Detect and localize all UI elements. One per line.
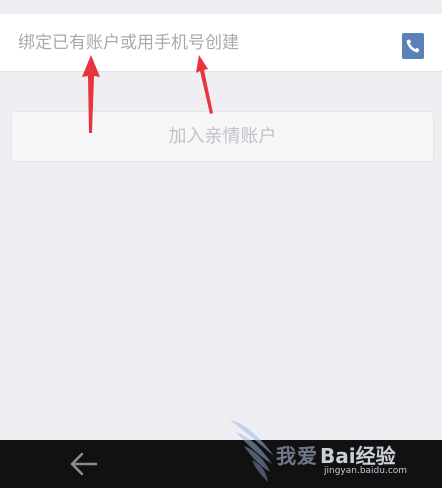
- join-family-account-button[interactable]: 加入亲情账户: [11, 111, 434, 162]
- annotation-arrow-left: [82, 55, 100, 133]
- annotation-arrow-right: [196, 55, 213, 114]
- system-navigation-bar: [0, 440, 442, 488]
- back-arrow-icon: [70, 452, 98, 476]
- back-button[interactable]: [66, 450, 102, 478]
- phone-contacts-icon: [406, 39, 420, 53]
- app-screen: 加入亲情账户 我爱 Bai经验 jingyan.baidu.com: [0, 0, 442, 488]
- contacts-button[interactable]: [402, 33, 424, 59]
- bind-account-bar: [0, 14, 442, 72]
